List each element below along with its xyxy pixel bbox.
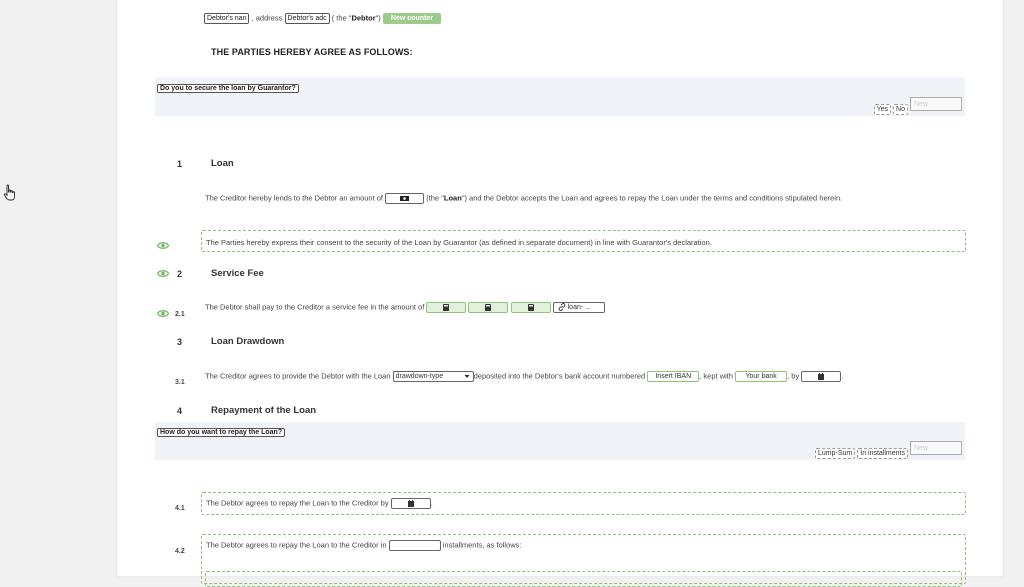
repay-date-field[interactable]	[390, 498, 431, 509]
repay-installments-after: installments, as follows:	[442, 540, 522, 550]
repay-installments-text: The Debtor agrees to repay the Loan to t…	[206, 540, 387, 550]
loan-clause-after: ") and the Debtor accepts the Loan and a…	[461, 193, 843, 203]
option-yes[interactable]: Yes	[873, 104, 892, 115]
section-2-title: Service Fee	[211, 268, 264, 279]
repay-installments-clause: The Debtor agrees to repay the Loan to t…	[206, 540, 522, 551]
section-3-number: 3	[177, 337, 183, 347]
eye-icon[interactable]	[157, 269, 169, 278]
repay-options: Lump-SumIn installmentsNew response	[813, 441, 962, 460]
guarantor-options: YesNoNew response	[872, 97, 962, 116]
money-icon	[400, 196, 410, 201]
section-4-1-number: 4.1	[175, 505, 185, 512]
section-4-title: Repayment of the Loan	[211, 405, 317, 416]
debtor-address-field[interactable]: Debtor's adc	[284, 13, 330, 24]
calculator-field-1[interactable]	[426, 302, 467, 313]
bank-field[interactable]: Your bank	[735, 371, 788, 382]
section-3-1-number: 3.1	[175, 379, 185, 386]
eye-icon[interactable]	[157, 309, 169, 318]
calendar-icon	[407, 500, 414, 507]
chevron-down-icon	[464, 373, 470, 380]
document-page: Debtor's nan , address Debtor's adc ( th…	[116, 0, 1004, 587]
guarantor-question-label: Do you to secure the loan by Guarantor?	[157, 84, 299, 93]
drawdown-clause: The Creditor agrees to provide the Debto…	[205, 371, 843, 382]
drawdown-select-value: drawdown-type	[395, 373, 444, 380]
service-fee-clause: The Debtor shall pay to the Creditor a s…	[205, 302, 605, 313]
the-quote-suffix: ")	[375, 13, 381, 23]
option-in-installments[interactable]: In installments	[857, 448, 908, 459]
drawdown-text-mid: deposited into the Debtor's bank account…	[473, 371, 646, 381]
section-4-2-number: 4.2	[175, 548, 185, 555]
repay-installments-box: The Debtor agrees to repay the Loan to t…	[201, 534, 966, 587]
section-4-number: 4	[177, 406, 183, 416]
debtor-row: Debtor's nan , address Debtor's adc ( th…	[204, 13, 441, 24]
loan-amount-field[interactable]	[385, 193, 425, 204]
new-response-button[interactable]: New response	[910, 97, 962, 111]
hand-cursor-icon	[3, 184, 17, 202]
loan-word: Loan	[443, 193, 462, 203]
calculator-field-3[interactable]	[510, 302, 551, 313]
drawdown-type-select[interactable]: drawdown-type	[392, 371, 474, 382]
link-icon	[558, 303, 566, 312]
guarantor-question-band: Do you to secure the loan by Guarantor? …	[155, 77, 965, 116]
loan-link-field[interactable]: loan- ...	[552, 302, 605, 313]
option-no[interactable]: No	[893, 104, 908, 115]
the-quote-prefix: ( the "	[331, 13, 352, 23]
section-3-title: Loan Drawdown	[211, 336, 285, 347]
calendar-icon	[818, 373, 825, 380]
calculator-icon	[527, 304, 534, 311]
section-1-title: Loan	[211, 158, 234, 169]
repay-question-label: How do you want to repay the Loan?	[157, 428, 286, 437]
repay-question-band: How do you want to repay the Loan? Lump-…	[155, 422, 965, 460]
installments-count-field[interactable]	[388, 540, 441, 551]
guarantor-clause-box: The Parties hereby express their consent…	[201, 230, 966, 252]
section-1-number: 1	[177, 159, 183, 169]
loan-clause: The Creditor hereby lends to the Debtor …	[205, 193, 842, 204]
guarantor-clause-text: The Parties hereby express their consent…	[206, 238, 712, 247]
loan-clause-mid: (the "	[426, 193, 444, 203]
option-lump-sum[interactable]: Lump-Sum	[815, 448, 856, 459]
loan-clause-text: The Creditor hereby lends to the Debtor …	[205, 193, 384, 203]
end-period: .	[841, 371, 844, 381]
repay-lump-sum-clause: The Debtor agrees to repay the Loan to t…	[206, 498, 433, 509]
section-2-number: 2	[177, 269, 183, 279]
new-counter-button[interactable]: New counter	[382, 13, 441, 24]
new-response-button[interactable]: New response	[910, 441, 962, 455]
address-text: , address	[251, 13, 283, 23]
drawdown-text: The Creditor agrees to provide the Debto…	[205, 371, 391, 381]
service-fee-text: The Debtor shall pay to the Creditor a s…	[205, 302, 425, 312]
debtor-name-field[interactable]: Debtor's nan	[204, 13, 250, 24]
agree-heading: THE PARTIES HEREBY AGREE AS FOLLOWS:	[211, 47, 413, 57]
kept-with-text: , kept with	[699, 371, 734, 381]
repay-lump-sum-text: The Debtor agrees to repay the Loan to t…	[206, 498, 389, 508]
debtor-label: Debtor	[351, 13, 376, 23]
section-2-1-number: 2.1	[175, 311, 185, 318]
calculator-icon	[485, 304, 492, 311]
iban-field[interactable]: Insert IBAN	[647, 371, 700, 382]
by-text: , by	[787, 371, 800, 381]
repay-lump-sum-end: .	[430, 498, 433, 508]
calculator-field-2[interactable]	[468, 302, 509, 313]
date-field[interactable]	[801, 371, 842, 382]
eye-icon[interactable]	[157, 241, 169, 250]
repay-lump-sum-box: The Debtor agrees to repay the Loan to t…	[201, 492, 966, 515]
calculator-icon	[443, 304, 450, 311]
installment-row-box	[205, 571, 962, 587]
loan-link-text: loan- ...	[567, 304, 591, 311]
